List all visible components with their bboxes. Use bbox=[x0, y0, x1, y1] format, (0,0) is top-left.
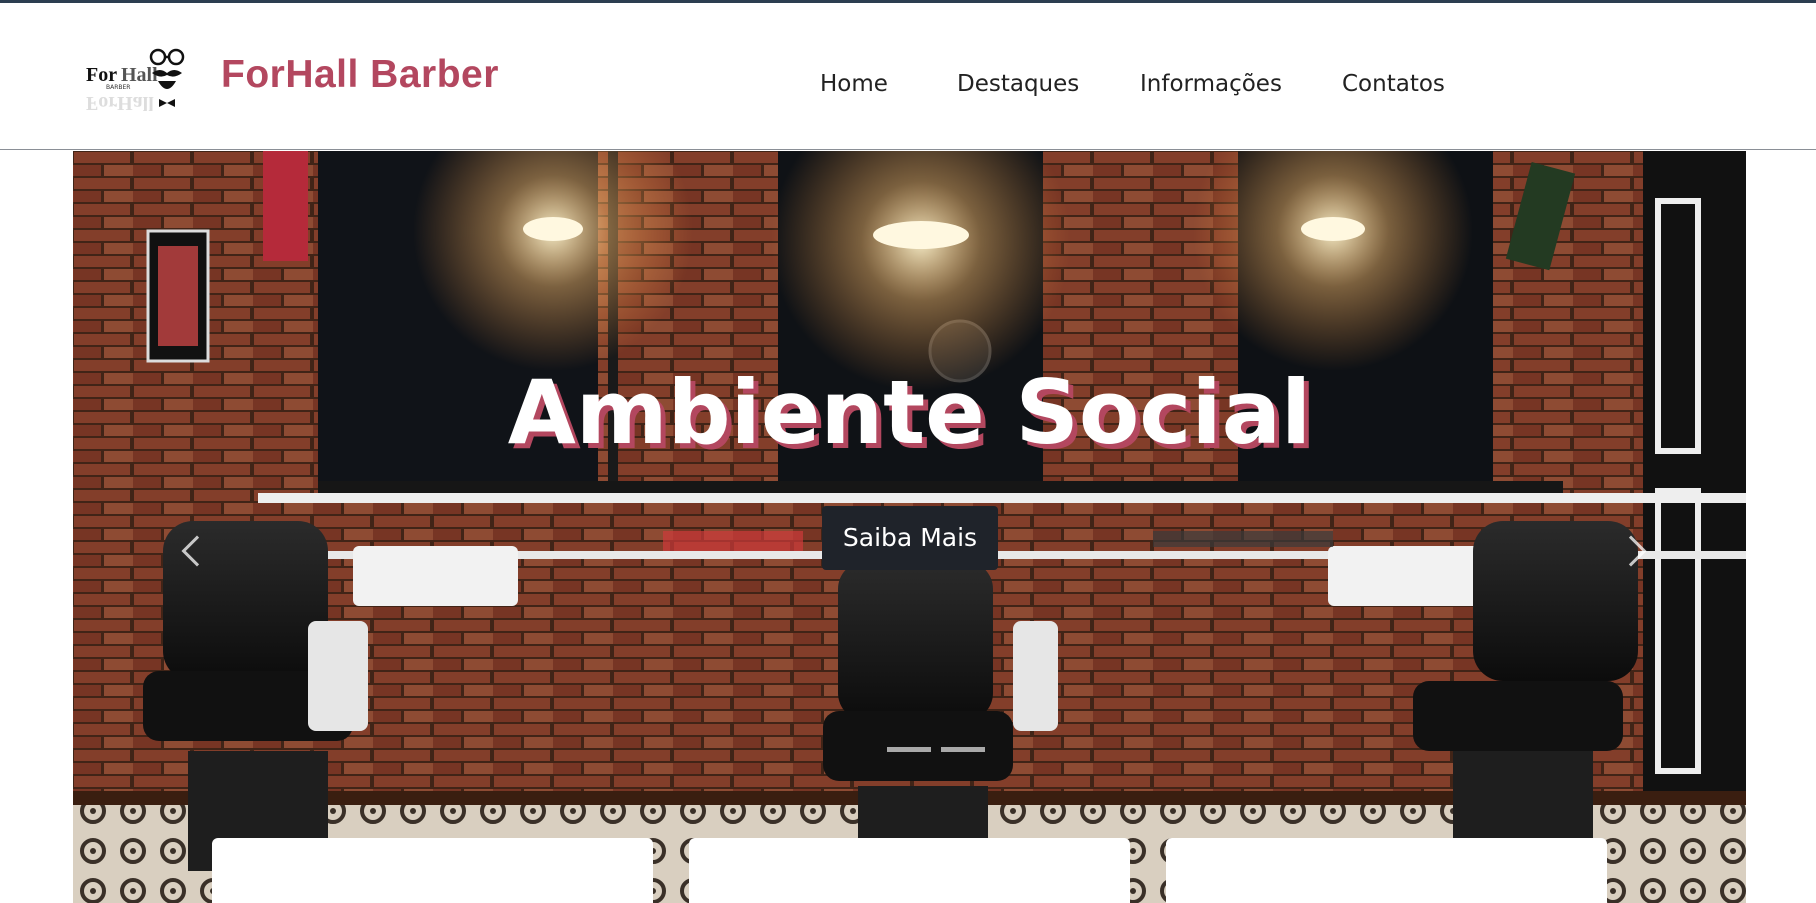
brand-name[interactable]: ForHall Barber bbox=[221, 53, 499, 97]
hero-carousel: Ambiente Social Saiba Mais bbox=[73, 151, 1746, 903]
logo-icon[interactable]: For Hall ForHall BARBER bbox=[84, 47, 186, 119]
carousel-indicator-2[interactable] bbox=[941, 747, 985, 752]
svg-text:BARBER: BARBER bbox=[106, 84, 130, 91]
nav-home[interactable]: Home bbox=[820, 71, 888, 97]
saiba-mais-button[interactable]: Saiba Mais bbox=[822, 506, 998, 570]
nav-contatos[interactable]: Contatos bbox=[1342, 71, 1445, 97]
chevron-right-icon bbox=[1615, 535, 1647, 567]
carousel-indicator-1[interactable] bbox=[887, 747, 931, 752]
site-header: For Hall ForHall BARBER ForHall Barber H… bbox=[0, 3, 1816, 150]
nav-destaques[interactable]: Destaques bbox=[957, 71, 1079, 97]
svg-text:For: For bbox=[86, 64, 117, 86]
nav-informacoes[interactable]: Informações bbox=[1140, 71, 1282, 97]
carousel-next-button[interactable] bbox=[1611, 511, 1651, 591]
carousel-prev-button[interactable] bbox=[177, 511, 217, 591]
svg-text:Hall: Hall bbox=[121, 64, 158, 86]
svg-text:ForHall: ForHall bbox=[86, 92, 154, 114]
feature-card-2 bbox=[689, 838, 1130, 903]
chevron-left-icon bbox=[181, 535, 213, 567]
slide-title: Ambiente Social bbox=[507, 361, 1312, 464]
feature-card-3 bbox=[1166, 838, 1607, 903]
feature-card-1 bbox=[212, 838, 653, 903]
